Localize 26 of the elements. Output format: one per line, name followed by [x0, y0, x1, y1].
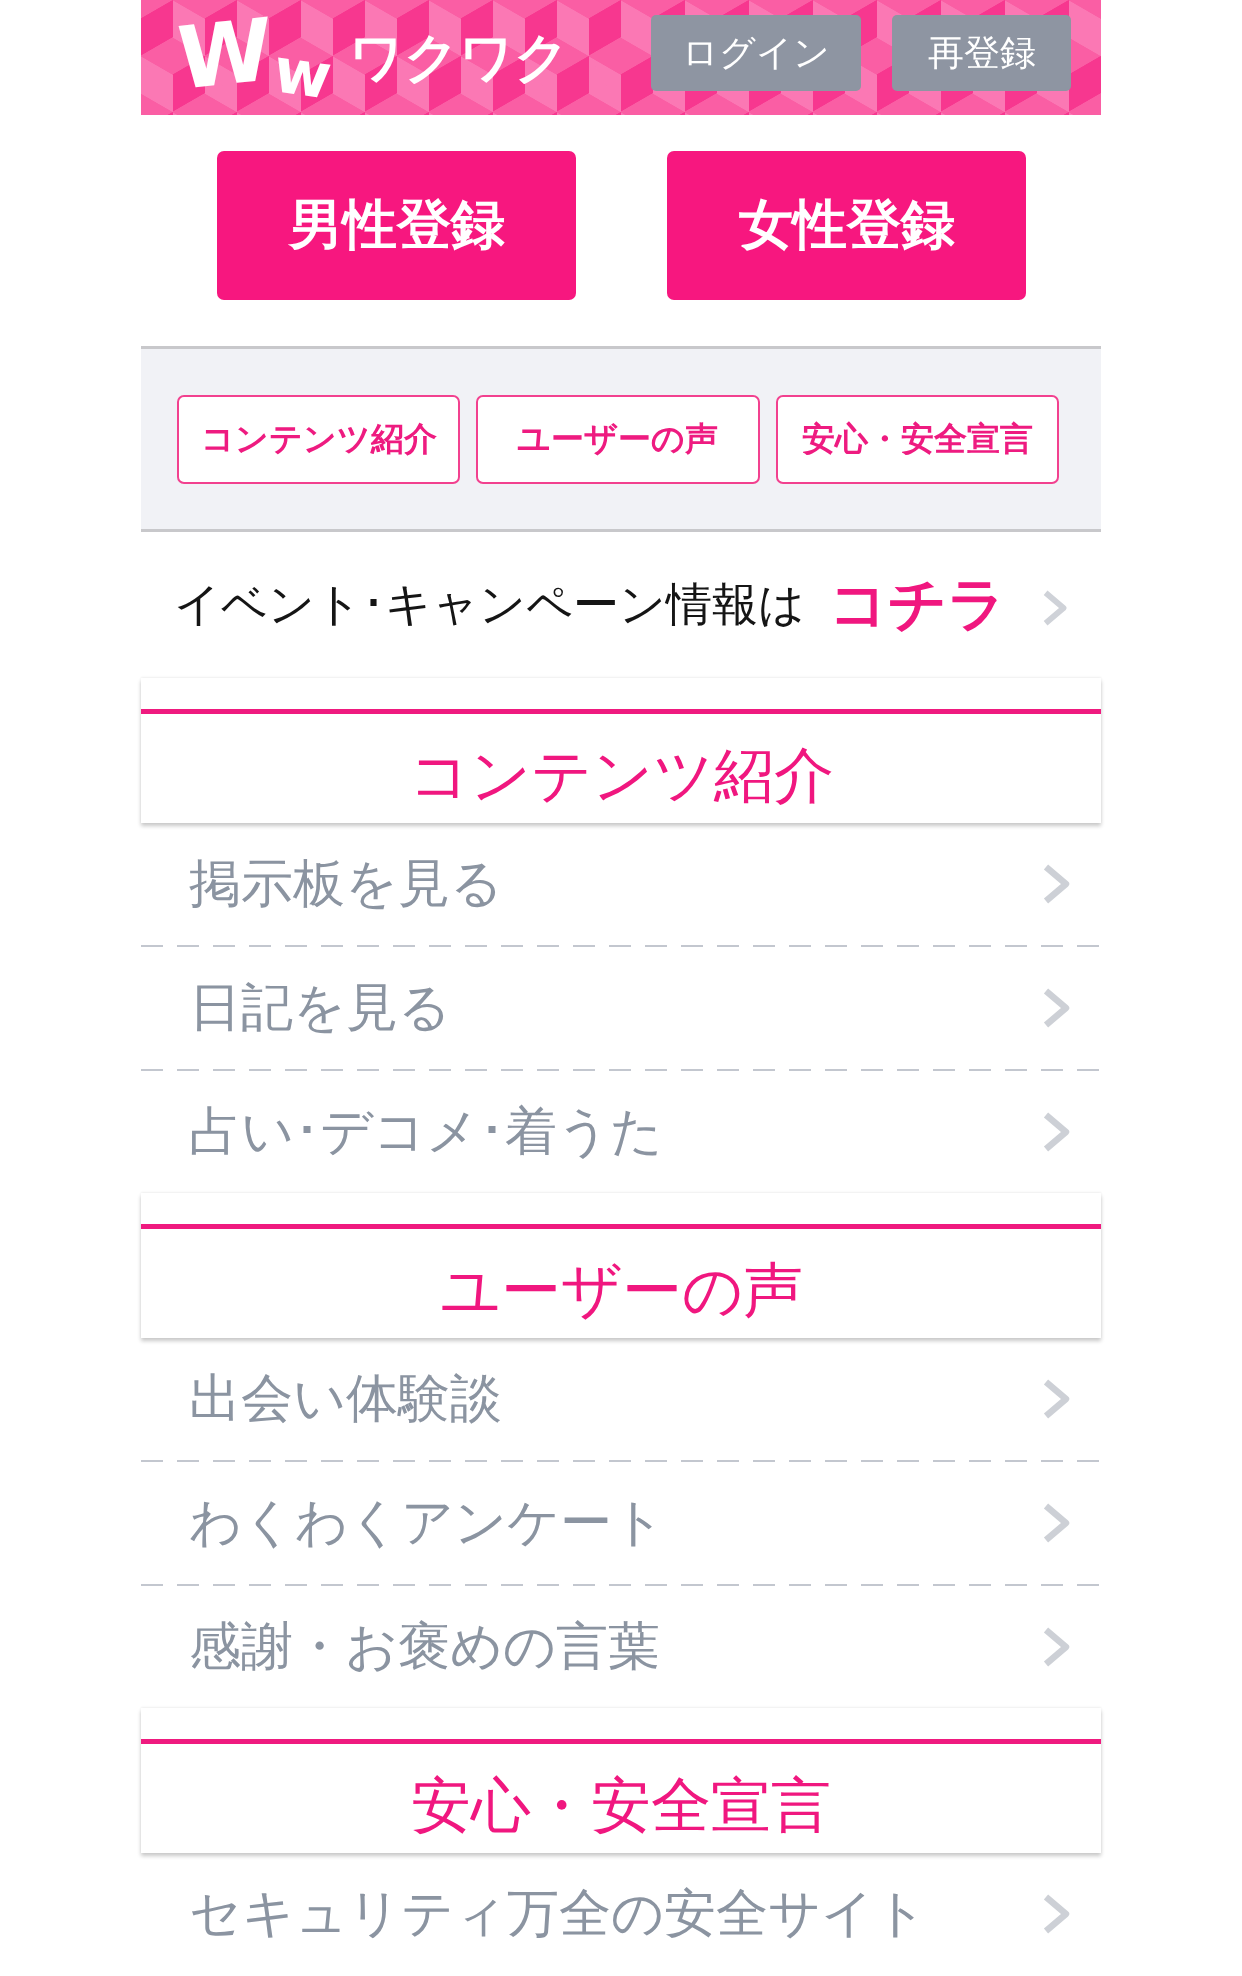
logo[interactable]: Ww ワクワク	[177, 5, 570, 110]
section-title: コンテンツ紹介	[408, 741, 834, 808]
chevron-right-icon	[1042, 1893, 1071, 1935]
section-title: 安心・安全宣言	[411, 1771, 831, 1838]
female-register-button[interactable]: 女性登録	[667, 151, 1026, 300]
menu-item[interactable]: 出会い体験談	[141, 1338, 1101, 1460]
menu-item[interactable]: 占い･デコメ･着うた	[141, 1071, 1101, 1193]
chevron-right-icon	[1042, 863, 1071, 905]
menu-item[interactable]: わくわくアンケート	[141, 1462, 1101, 1584]
male-register-button[interactable]: 男性登録	[217, 151, 576, 300]
section-link[interactable]: 安心・安全宣言	[775, 395, 1059, 484]
chevron-right-icon	[1042, 1626, 1071, 1668]
chevron-right-icon	[1042, 987, 1071, 1029]
chevron-right-icon	[1042, 1378, 1071, 1420]
menu-item[interactable]: 掲示板を見る	[141, 823, 1101, 945]
chevron-right-icon	[1042, 1111, 1071, 1153]
login-button[interactable]: ログイン	[651, 15, 861, 91]
section-link[interactable]: ユーザーの声	[476, 395, 760, 484]
menu-item[interactable]: 感謝・お褒めの言葉	[141, 1586, 1101, 1708]
chevron-right-icon	[1042, 1502, 1071, 1544]
menu-item[interactable]: セキュリティ万全の安全サイト	[141, 1853, 1101, 1975]
section-title: ユーザーの声	[439, 1256, 803, 1323]
event-info-link[interactable]: イベント･キャンペーン情報は コチラ	[141, 532, 1101, 678]
reregister-button[interactable]: 再登録	[892, 15, 1071, 91]
section-link[interactable]: コンテンツ紹介	[177, 395, 461, 484]
menu-item[interactable]: 日記を見る	[141, 947, 1101, 1069]
